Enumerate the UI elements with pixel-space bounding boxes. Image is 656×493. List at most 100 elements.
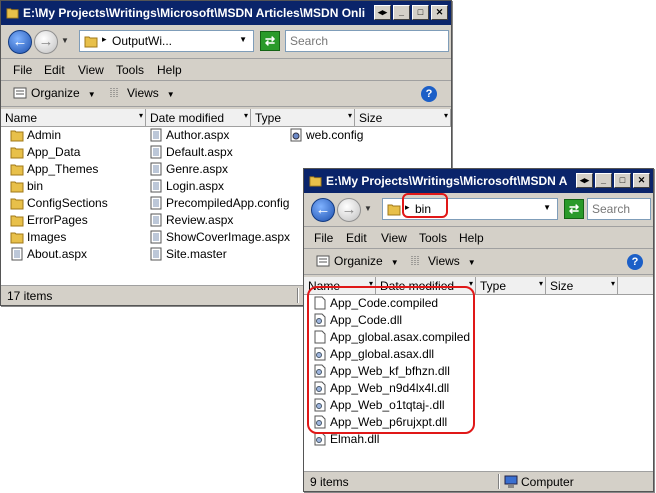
search-input[interactable]: Search [285, 30, 449, 52]
list-item[interactable]: App_Data [10, 144, 80, 161]
close-button[interactable]: ✕ [431, 5, 448, 20]
column-type[interactable]: Type ▾ [476, 277, 546, 295]
views-button[interactable]: Views ▼ [109, 86, 175, 100]
menu-bar: File Edit View Tools Help [304, 227, 653, 249]
maximize-button[interactable]: □ [614, 173, 631, 188]
list-item[interactable]: About.aspx [10, 246, 87, 263]
maximize-button[interactable]: □ [412, 5, 429, 20]
menu-tools[interactable]: Tools [116, 63, 144, 77]
menu-edit[interactable]: Edit [44, 63, 65, 77]
column-type[interactable]: Type ▾ [251, 109, 355, 127]
chevron-down-icon[interactable]: ▾ [348, 111, 352, 120]
list-item-label: Images [27, 230, 67, 244]
views-label: Views [428, 254, 460, 268]
column-size[interactable]: Size ▾ [546, 277, 618, 295]
list-item[interactable]: bin [10, 178, 43, 195]
status-zone-label: Computer [521, 475, 574, 489]
refresh-button[interactable]: ⇄ [564, 199, 584, 219]
refresh-button[interactable]: ⇄ [260, 31, 280, 51]
folder-icon [309, 176, 322, 187]
chevron-down-icon[interactable]: ▾ [611, 279, 615, 288]
column-header: Name ▾ Date modified ▾ Type ▾ Size ▾ [1, 109, 451, 127]
address-field[interactable]: ▸ OutputWi... ▼ [79, 30, 254, 52]
back-button[interactable]: ← [8, 30, 32, 54]
search-input[interactable]: Search [587, 198, 651, 220]
close-button[interactable]: ✕ [633, 173, 650, 188]
views-button[interactable]: Views ▼ [410, 254, 476, 268]
title-bar[interactable]: E:\My Projects\Writings\Microsoft\MSDN A… [304, 169, 653, 193]
list-item[interactable]: web.config [289, 127, 363, 144]
list-item-label: Default.aspx [166, 145, 233, 159]
column-name[interactable]: Name ▾ [1, 109, 146, 127]
list-item[interactable]: ConfigSections [10, 195, 108, 212]
address-bar: ← → ▼ ▸ OutputWi... ▼ ⇄ Search [1, 25, 451, 59]
menu-help[interactable]: Help [459, 231, 484, 245]
chevron-down-icon[interactable]: ▼ [364, 204, 372, 213]
organize-icon [13, 87, 27, 99]
list-item[interactable]: ShowCoverImage.aspx [149, 229, 290, 246]
help-icon[interactable]: ? [627, 254, 643, 270]
column-date-modified[interactable]: Date modified ▾ [146, 109, 251, 127]
folder-icon [10, 198, 24, 210]
document-icon [150, 128, 162, 142]
list-item-label: web.config [306, 128, 364, 142]
chevron-down-icon[interactable]: ▼ [543, 203, 551, 212]
status-zone: Computer [504, 475, 574, 489]
list-item[interactable]: Default.aspx [149, 144, 233, 161]
column-label: Date modified [150, 111, 225, 125]
list-item[interactable]: App_Themes [10, 161, 98, 178]
menu-view[interactable]: View [381, 231, 407, 245]
list-item[interactable]: Review.aspx [149, 212, 233, 229]
menu-help[interactable]: Help [157, 63, 182, 77]
list-item-label: ConfigSections [27, 196, 108, 210]
minimize-button[interactable]: _ [393, 5, 410, 20]
list-item[interactable]: PrecompiledApp.config [149, 195, 289, 212]
menu-view[interactable]: View [78, 63, 104, 77]
back-icon[interactable]: ◂▸ [374, 5, 391, 20]
column-label: Type [255, 111, 282, 125]
chevron-down-icon[interactable]: ▾ [139, 111, 143, 120]
list-item[interactable]: Images [10, 229, 66, 246]
chevron-down-icon: ▼ [166, 90, 175, 99]
chevron-down-icon[interactable]: ▼ [61, 36, 69, 45]
back-button[interactable]: ← [311, 198, 335, 222]
list-item-label: PrecompiledApp.config [166, 196, 290, 210]
views-icon [411, 256, 419, 266]
organize-button[interactable]: Organize ▼ [13, 86, 96, 100]
document-icon [150, 162, 162, 176]
list-item[interactable]: Admin [10, 127, 61, 144]
list-item-label: Admin [27, 128, 62, 142]
folder-icon [10, 215, 24, 227]
column-label: Name [5, 111, 38, 125]
folder-icon [10, 232, 24, 244]
title-bar[interactable]: E:\My Projects\Writings\Microsoft\MSDN A… [1, 1, 451, 25]
minimize-button[interactable]: _ [595, 173, 612, 188]
menu-edit[interactable]: Edit [346, 231, 367, 245]
list-item[interactable]: Login.aspx [149, 178, 224, 195]
back-icon[interactable]: ◂▸ [576, 173, 593, 188]
menu-tools[interactable]: Tools [419, 231, 447, 245]
list-item[interactable]: Author.aspx [149, 127, 229, 144]
organize-button[interactable]: Organize ▼ [316, 254, 399, 268]
document-icon [150, 247, 162, 261]
list-item[interactable]: Genre.aspx [149, 161, 228, 178]
chevron-down-icon[interactable]: ▼ [239, 35, 247, 44]
forward-button[interactable]: → [34, 30, 58, 54]
chevron-down-icon: ▼ [467, 258, 476, 267]
help-icon[interactable]: ? [421, 86, 437, 102]
menu-bar: File Edit View Tools Help [1, 59, 451, 81]
list-item[interactable]: ErrorPages [10, 212, 88, 229]
chevron-down-icon[interactable]: ▾ [244, 111, 248, 120]
column-size[interactable]: Size ▾ [355, 109, 451, 127]
menu-file[interactable]: File [314, 231, 333, 245]
list-item[interactable]: Site.master [149, 246, 227, 263]
list-item-label: App_Themes [27, 162, 99, 176]
menu-file[interactable]: File [13, 63, 32, 77]
breadcrumb-arrow-icon[interactable]: ▸ [102, 34, 107, 45]
chevron-down-icon[interactable]: ▾ [539, 279, 543, 288]
command-bar: Organize ▼ Views ▼ ? [1, 81, 451, 107]
chevron-down-icon[interactable]: ▾ [444, 111, 448, 120]
folder-icon [10, 130, 24, 142]
forward-button[interactable]: → [337, 198, 361, 222]
organize-icon [316, 255, 330, 267]
